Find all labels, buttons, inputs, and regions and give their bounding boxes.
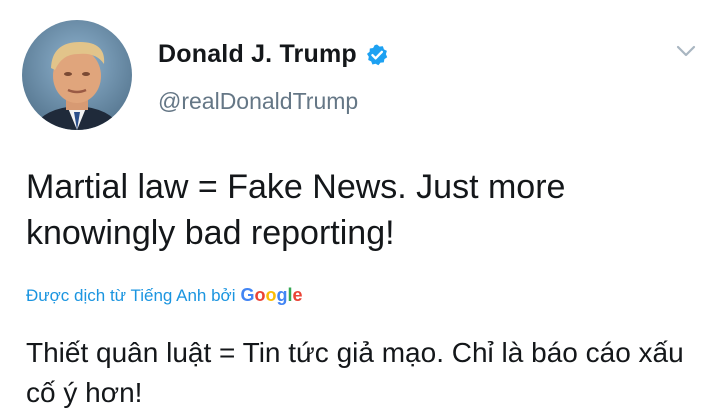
tweet-card: Donald J. Trump @realDonaldTrump Martial… — [0, 0, 720, 414]
verified-badge-icon — [365, 43, 389, 67]
author-display-name[interactable]: Donald J. Trump — [158, 40, 357, 69]
avatar-image — [22, 20, 132, 130]
translated-by-label: Được dịch từ Tiếng Anh bởi — [26, 286, 236, 305]
chevron-down-icon[interactable] — [672, 40, 700, 62]
author-name-row: Donald J. Trump — [158, 40, 389, 69]
author-handle[interactable]: @realDonaldTrump — [158, 88, 358, 115]
avatar[interactable] — [22, 20, 132, 130]
translated-by-link[interactable]: Được dịch từ Tiếng Anh bởi Google — [26, 285, 303, 306]
google-logo: Google — [240, 285, 303, 305]
translated-tweet-text: Thiết quân luật = Tin tức giả mạo. Chỉ l… — [26, 337, 684, 408]
tweet-text: Martial law = Fake News. Just more knowi… — [26, 168, 566, 252]
